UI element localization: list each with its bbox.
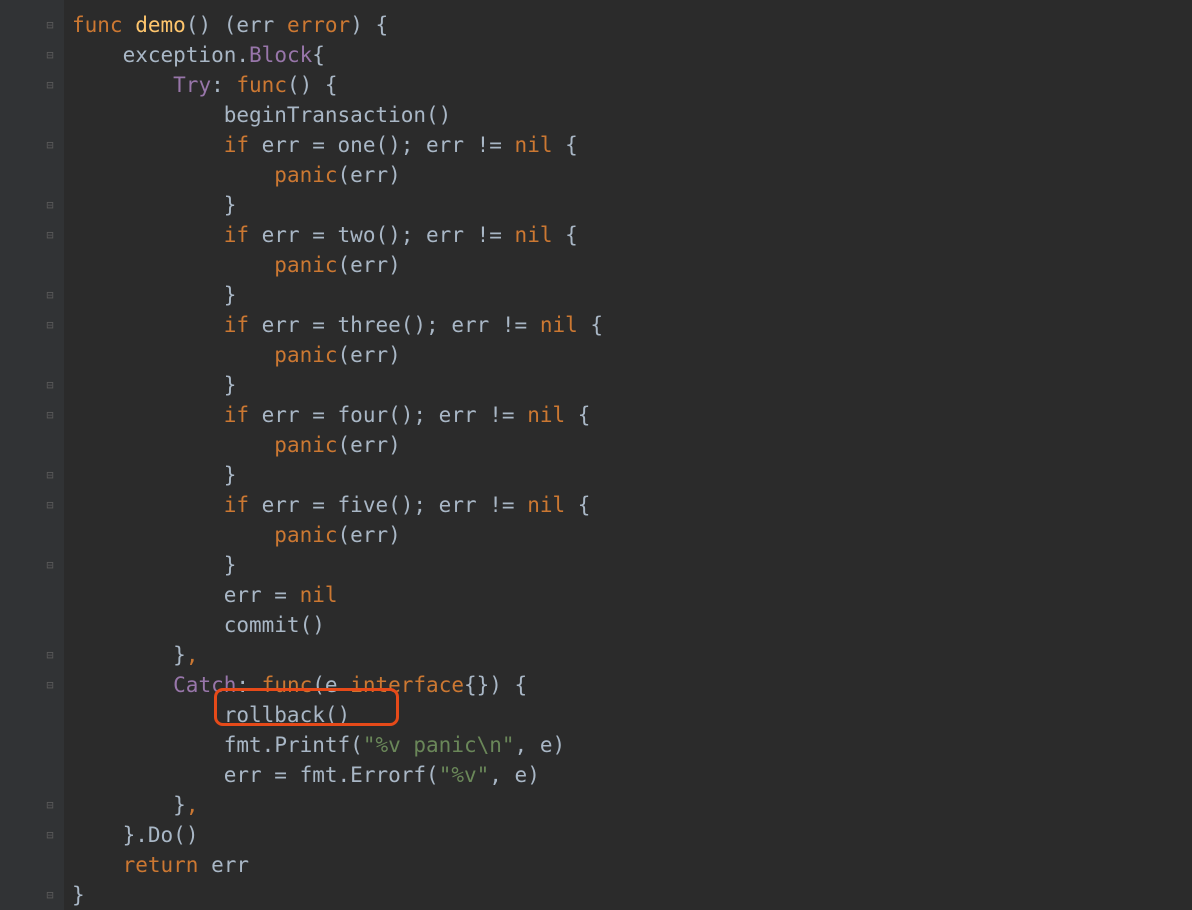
fold-markers: ⊟ ⊟ ⊟ ⊟ ⊟ ⊟ ⊟ ⊟ ⊟ ⊟ ⊟ ⊟ ⊟ ⊟ ⊟ ⊟ ⊟ ⊟ <box>0 0 64 910</box>
fold-icon[interactable]: ⊟ <box>42 10 58 40</box>
code-line[interactable]: beginTransaction() <box>72 100 1192 130</box>
code-line[interactable]: panic(err) <box>72 340 1192 370</box>
code-line[interactable]: if err = four(); err != nil { <box>72 400 1192 430</box>
fold-icon[interactable]: ⊟ <box>42 70 58 100</box>
code-line[interactable]: panic(err) <box>72 250 1192 280</box>
code-line[interactable]: } <box>72 550 1192 580</box>
code-line[interactable]: commit() <box>72 610 1192 640</box>
code-line[interactable]: } <box>72 280 1192 310</box>
code-line[interactable]: if err = two(); err != nil { <box>72 220 1192 250</box>
fold-icon[interactable]: ⊟ <box>42 310 58 340</box>
code-line[interactable]: if err = five(); err != nil { <box>72 490 1192 520</box>
code-line[interactable]: func demo() (err error) { <box>72 10 1192 40</box>
fold-icon[interactable]: ⊟ <box>42 490 58 520</box>
code-line[interactable]: } <box>72 880 1192 910</box>
code-line[interactable]: } <box>72 460 1192 490</box>
fold-end-icon[interactable]: ⊟ <box>42 640 58 670</box>
fold-icon[interactable]: ⊟ <box>42 400 58 430</box>
fold-end-icon[interactable]: ⊟ <box>42 880 58 910</box>
fold-end-icon[interactable]: ⊟ <box>42 550 58 580</box>
code-line[interactable]: return err <box>72 850 1192 880</box>
fold-end-icon[interactable]: ⊟ <box>42 820 58 850</box>
editor-gutter: ⊟ ⊟ ⊟ ⊟ ⊟ ⊟ ⊟ ⊟ ⊟ ⊟ ⊟ ⊟ ⊟ ⊟ ⊟ ⊟ ⊟ ⊟ <box>0 0 64 910</box>
code-line[interactable]: if err = three(); err != nil { <box>72 310 1192 340</box>
code-line[interactable]: err = fmt.Errorf("%v", e) <box>72 760 1192 790</box>
fold-end-icon[interactable]: ⊟ <box>42 190 58 220</box>
code-line[interactable]: panic(err) <box>72 160 1192 190</box>
code-line[interactable]: }, <box>72 790 1192 820</box>
keyword-func: func <box>72 13 123 37</box>
fold-end-icon[interactable]: ⊟ <box>42 790 58 820</box>
fold-icon[interactable]: ⊟ <box>42 40 58 70</box>
code-line[interactable]: } <box>72 190 1192 220</box>
code-line[interactable]: panic(err) <box>72 430 1192 460</box>
fold-icon[interactable]: ⊟ <box>42 130 58 160</box>
code-line[interactable]: if err = one(); err != nil { <box>72 130 1192 160</box>
code-line[interactable]: Try: func() { <box>72 70 1192 100</box>
highlighted-rollback: rollback <box>224 703 325 727</box>
function-name: demo <box>135 13 186 37</box>
fold-end-icon[interactable]: ⊟ <box>42 280 58 310</box>
fold-icon[interactable]: ⊟ <box>42 220 58 250</box>
fold-icon[interactable]: ⊟ <box>42 670 58 700</box>
fold-end-icon[interactable]: ⊟ <box>42 370 58 400</box>
code-line[interactable]: panic(err) <box>72 520 1192 550</box>
code-line[interactable]: }, <box>72 640 1192 670</box>
code-line[interactable]: Catch: func(e interface{}) { <box>72 670 1192 700</box>
code-line[interactable]: fmt.Printf("%v panic\n", e) <box>72 730 1192 760</box>
code-line[interactable]: }.Do() <box>72 820 1192 850</box>
code-editor[interactable]: func demo() (err error) { exception.Bloc… <box>64 0 1192 910</box>
code-line[interactable]: rollback() <box>72 700 1192 730</box>
code-line[interactable]: err = nil <box>72 580 1192 610</box>
code-line[interactable]: } <box>72 370 1192 400</box>
fold-end-icon[interactable]: ⊟ <box>42 460 58 490</box>
code-line[interactable]: exception.Block{ <box>72 40 1192 70</box>
